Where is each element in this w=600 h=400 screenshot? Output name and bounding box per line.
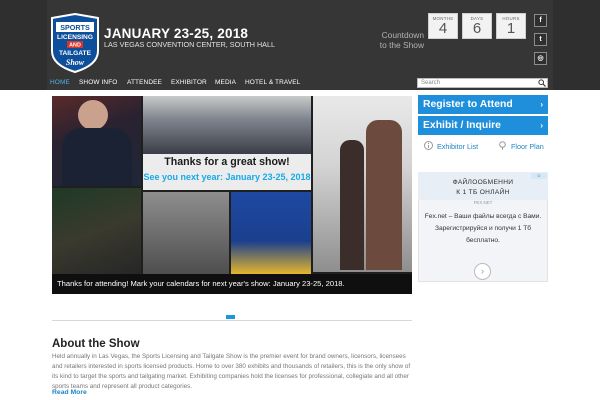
site-logo[interactable]: SPORTS LICENSING AND TAILGATE Show bbox=[50, 13, 100, 73]
logo-line-2: LICENSING bbox=[57, 34, 93, 41]
photo-speaker-face bbox=[78, 100, 108, 130]
logo-line-4: TAILGATE bbox=[59, 50, 92, 57]
register-button[interactable]: Register to Attend › bbox=[418, 95, 548, 114]
countdown-value: 4 bbox=[438, 20, 448, 37]
photo-crowd bbox=[143, 96, 311, 154]
content-divider bbox=[52, 320, 412, 321]
countdown-value: 6 bbox=[472, 20, 482, 37]
nav-show-info[interactable]: SHOW INFO bbox=[79, 79, 117, 86]
facebook-icon[interactable]: f bbox=[534, 14, 547, 27]
countdown-label: Countdown to the Show bbox=[352, 30, 424, 50]
nav-media[interactable]: MEDIA bbox=[215, 79, 236, 86]
read-more-link[interactable]: Read More bbox=[52, 389, 87, 396]
ad-next-icon[interactable]: › bbox=[474, 263, 491, 280]
twitter-icon[interactable]: t bbox=[534, 33, 547, 46]
ad-title: ФАЙЛООБМЕННИ К 1 ТБ ОНЛАЙН bbox=[418, 178, 548, 198]
search-icon[interactable] bbox=[538, 79, 546, 87]
slider-caption: Thanks for attending! Mark your calendar… bbox=[57, 279, 345, 288]
ad-source: FEX.NET bbox=[473, 200, 493, 205]
logo-line-5: Show bbox=[66, 58, 85, 67]
exhibitor-list-link[interactable]: Exhibitor List bbox=[437, 142, 478, 151]
photo-hats bbox=[52, 188, 141, 274]
about-title: About the Show bbox=[52, 338, 140, 350]
photo-attendee bbox=[143, 192, 229, 274]
countdown-label-line-1: Countdown bbox=[381, 30, 424, 40]
countdown-value: 1 bbox=[506, 20, 516, 37]
search-input[interactable]: Search bbox=[417, 78, 548, 88]
photo-person-man bbox=[366, 120, 402, 270]
ad-title-line-2: К 1 ТБ ОНЛАЙН bbox=[456, 189, 510, 196]
countdown-label-line-2: to the Show bbox=[379, 40, 424, 50]
countdown-days: DAYS 6 bbox=[462, 13, 492, 39]
venue: LAS VEGAS CONVENTION CENTER, SOUTH HALL bbox=[104, 40, 275, 49]
floor-plan-link[interactable]: Floor Plan bbox=[511, 142, 544, 151]
countdown-hours: HOURS 1 bbox=[496, 13, 526, 39]
chevron-right-icon: › bbox=[540, 100, 543, 109]
nav-attendee[interactable]: ATTENDEE bbox=[127, 79, 162, 86]
exhibit-label: Exhibit / Inquire bbox=[423, 120, 501, 131]
about-text: Held annually in Las Vegas, the Sports L… bbox=[52, 353, 411, 390]
ad-title-line-1: ФАЙЛООБМЕННИ bbox=[452, 179, 514, 186]
event-date: JANUARY 23-25, 2018 bbox=[104, 26, 249, 41]
countdown-months: MONTHS 4 bbox=[428, 13, 458, 39]
nav-exhibitor[interactable]: EXHIBITOR bbox=[171, 79, 207, 86]
info-icon bbox=[424, 141, 433, 150]
exhibit-button[interactable]: Exhibit / Inquire › bbox=[418, 116, 548, 135]
photo-jerseys bbox=[231, 192, 311, 274]
map-pin-icon bbox=[499, 141, 506, 150]
thanks-subtitle: See you next year: January 23-25, 2018 bbox=[143, 172, 311, 182]
photo-person-woman bbox=[340, 140, 364, 270]
ad-body: Fex.net – Ваши файлы всегда с Вами. Заре… bbox=[424, 213, 542, 244]
photo-speaker-body bbox=[62, 128, 132, 186]
nav-hotel-travel[interactable]: HOTEL & TRAVEL bbox=[245, 79, 300, 86]
logo-line-1: SPORTS bbox=[60, 23, 90, 32]
logo-line-3: AND bbox=[69, 43, 81, 49]
chevron-right-icon: › bbox=[540, 121, 543, 130]
nav-home[interactable]: HOME bbox=[50, 79, 70, 86]
slider-dot-active[interactable] bbox=[226, 315, 235, 319]
register-label: Register to Attend bbox=[423, 99, 513, 110]
instagram-icon[interactable]: ◎ bbox=[534, 52, 547, 65]
thanks-title: Thanks for a great show! bbox=[164, 156, 290, 168]
